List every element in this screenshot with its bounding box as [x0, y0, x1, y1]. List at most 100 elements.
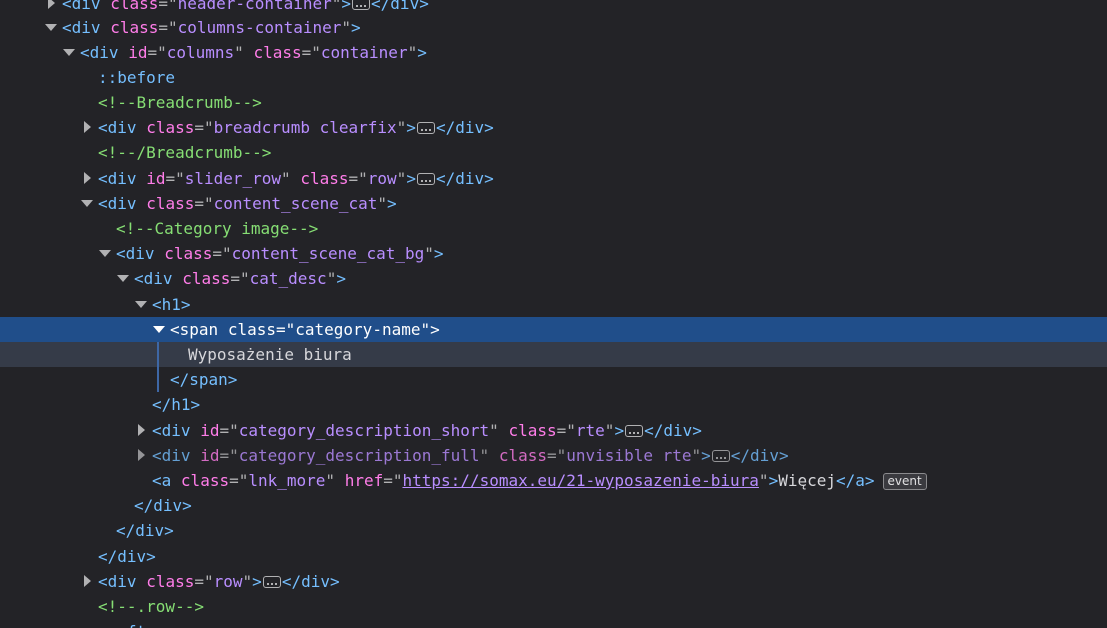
tree-node-cat-desc[interactable]: <div class="cat_desc">	[0, 266, 1107, 291]
href-link[interactable]: https://somax.eu/21-wyposazenie-biura	[403, 471, 759, 490]
collapse-arrow-icon[interactable]	[98, 241, 112, 266]
link-text: Więcej	[778, 471, 836, 490]
tag-name: div	[107, 572, 137, 591]
ellipsis-icon[interactable]	[416, 173, 435, 185]
tree-node-content-scene-cat-bg[interactable]: <div class="content_scene_cat_bg">	[0, 241, 1107, 266]
attr-name: class	[253, 43, 302, 62]
expand-arrow-icon[interactable]	[134, 443, 148, 468]
attr-name: class	[146, 118, 195, 137]
tag-name: div	[71, 18, 101, 37]
tree-node-comment[interactable]: <!--Breadcrumb-->	[0, 90, 1107, 115]
tree-node-row[interactable]: <div class="row"> </div>	[0, 569, 1107, 594]
attr-value[interactable]: columns	[167, 43, 234, 62]
tree-node-closing-div[interactable]: </div>	[0, 544, 1107, 569]
tag-name: div	[107, 118, 137, 137]
tree-node-text[interactable]: Wyposażenie biura	[0, 342, 1107, 367]
attr-value[interactable]: lnk_more	[248, 471, 325, 490]
comment-text: <!--Breadcrumb-->	[98, 93, 262, 112]
tree-node-h1[interactable]: <h1>	[0, 292, 1107, 317]
tree-node-span-category-name[interactable]: <span class="category-name">	[0, 317, 1107, 342]
attr-name: href	[344, 471, 384, 490]
expand-arrow-icon[interactable]	[134, 418, 148, 443]
tree-node-pseudo-before[interactable]: ::before	[0, 65, 1107, 90]
attr-value[interactable]: row	[214, 572, 243, 591]
ellipsis-icon[interactable]	[262, 576, 281, 588]
tag-name: span	[179, 320, 219, 339]
attr-value[interactable]: category-name	[295, 320, 420, 339]
closing-tag-name: div	[750, 446, 779, 465]
attr-value[interactable]: category_description_short	[239, 421, 489, 440]
attr-value[interactable]: breadcrumb clearfix	[214, 118, 397, 137]
closing-tag-name: div	[135, 521, 165, 540]
comment-text: <!--.row-->	[98, 597, 204, 616]
tree-node-header-container[interactable]: <div class="header-container"> </div>	[0, 0, 1107, 16]
event-badge[interactable]: event	[882, 473, 927, 490]
expand-arrow-icon[interactable]	[80, 115, 94, 140]
attr-value[interactable]: slider_row	[185, 169, 281, 188]
closing-tag-name: span	[189, 370, 228, 389]
attr-name: class	[498, 446, 547, 465]
ellipsis-icon[interactable]	[416, 122, 435, 134]
tree-node-comment[interactable]: <!--.row-->	[0, 594, 1107, 619]
comment-text: <!--/Breadcrumb-->	[98, 143, 272, 162]
collapse-arrow-icon[interactable]	[152, 317, 166, 342]
collapse-arrow-icon[interactable]	[62, 40, 76, 65]
tree-node-content-scene-cat[interactable]: <div class="content_scene_cat">	[0, 191, 1107, 216]
text-node-content[interactable]: Wyposażenie biura	[188, 342, 352, 367]
tag-name: div	[125, 244, 155, 263]
attr-value[interactable]: content_scene_cat_bg	[232, 244, 425, 263]
tree-node-pseudo-after[interactable]: ::after	[0, 619, 1107, 628]
ellipsis-icon[interactable]	[711, 450, 730, 462]
attr-value[interactable]: rte	[576, 421, 605, 440]
attr-name: class	[146, 572, 195, 591]
tree-node-closing-h1[interactable]: </h1>	[0, 392, 1107, 417]
attr-name: class	[146, 194, 195, 213]
tag-name: div	[161, 446, 191, 465]
attr-value[interactable]: container	[321, 43, 408, 62]
attr-value[interactable]: content_scene_cat	[214, 194, 378, 213]
tree-node-closing-div[interactable]: </div>	[0, 493, 1107, 518]
attr-value[interactable]: row	[368, 169, 397, 188]
tree-node-category-description-short[interactable]: <div id="category_description_short" cla…	[0, 418, 1107, 443]
tree-node-slider-row[interactable]: <div id="slider_row" class="row"> </div>	[0, 166, 1107, 191]
tree-node-closing-div[interactable]: </div>	[0, 518, 1107, 543]
tree-node-breadcrumb[interactable]: <div class="breadcrumb clearfix"> </div>	[0, 115, 1107, 140]
expand-arrow-icon[interactable]	[80, 166, 94, 191]
attr-name: class	[164, 244, 213, 263]
attr-name: class	[180, 471, 230, 490]
markup-inspector-tree: <div class="header-container"> </div> <di…	[0, 0, 1107, 628]
tree-node-comment[interactable]: <!--Category image-->	[0, 216, 1107, 241]
attr-name: class	[110, 0, 159, 13]
closing-tag-name: div	[153, 496, 183, 515]
attr-value[interactable]: unvisible rte	[566, 446, 691, 465]
closing-tag-name: div	[390, 0, 420, 13]
closing-tag-name: div	[455, 169, 485, 188]
selection-guide-line	[157, 342, 159, 367]
ellipsis-icon[interactable]	[625, 425, 644, 437]
attr-value[interactable]: cat_desc	[250, 269, 327, 288]
attr-name: id	[200, 446, 220, 465]
expand-arrow-icon[interactable]	[44, 0, 58, 16]
tree-node-lnk-more[interactable]: <a class="lnk_more" href="https://somax.…	[0, 468, 1107, 493]
collapse-arrow-icon[interactable]	[134, 292, 148, 317]
attr-value[interactable]: category_description_full	[239, 446, 480, 465]
attr-name: class	[508, 421, 557, 440]
ellipsis-icon[interactable]	[352, 0, 371, 10]
tree-node-category-description-full[interactable]: <div id="category_description_full" clas…	[0, 443, 1107, 468]
tree-node-columns-container[interactable]: <div class="columns-container">	[0, 15, 1107, 40]
selection-guide-line	[157, 367, 159, 392]
attr-name: class	[227, 320, 276, 339]
pseudo-element: ::after	[98, 619, 165, 628]
tag-name: div	[71, 0, 101, 13]
tree-node-closing-span[interactable]: </span>	[0, 367, 1107, 392]
pseudo-element: ::before	[98, 68, 176, 87]
comment-text: <!--Category image-->	[116, 219, 319, 238]
collapse-arrow-icon[interactable]	[44, 15, 58, 40]
collapse-arrow-icon[interactable]	[116, 266, 130, 291]
tree-node-columns[interactable]: <div id="columns" class="container">	[0, 40, 1107, 65]
tree-node-comment[interactable]: <!--/Breadcrumb-->	[0, 140, 1107, 165]
collapse-arrow-icon[interactable]	[80, 191, 94, 216]
attr-value[interactable]: header-container	[178, 0, 332, 13]
expand-arrow-icon[interactable]	[80, 569, 94, 594]
attr-value[interactable]: columns-container	[178, 18, 342, 37]
